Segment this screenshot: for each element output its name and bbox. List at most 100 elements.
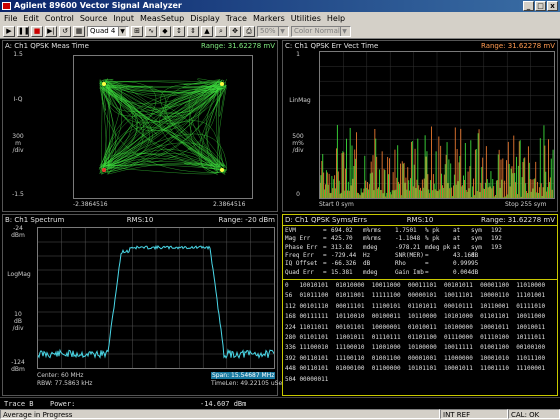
symbol-point xyxy=(220,82,224,86)
metric-cell: -66.326 xyxy=(331,260,357,268)
trace-a-x-right: 2.3864516 xyxy=(213,201,246,208)
trace-d-divider-top xyxy=(283,225,557,226)
symbol-row: 504 00000011 xyxy=(285,375,329,383)
minimize-button[interactable]: _ xyxy=(523,1,534,11)
metric-cell: dB xyxy=(471,268,479,276)
metric-cell: Quad Err xyxy=(285,268,314,276)
trace-c-y-top: 1 xyxy=(296,51,300,58)
menu-display[interactable]: Display xyxy=(190,14,220,23)
metric-cell: = xyxy=(323,251,327,259)
menu-trace[interactable]: Trace xyxy=(226,14,247,23)
close-button[interactable]: x xyxy=(547,1,558,11)
menu-markers[interactable]: Markers xyxy=(253,14,285,23)
autoscale-icon[interactable]: ⇕ xyxy=(187,25,199,37)
layout-icon[interactable]: ▦ xyxy=(73,25,85,37)
menu-control[interactable]: Control xyxy=(45,14,74,23)
menu-edit[interactable]: Edit xyxy=(23,14,39,23)
pan-icon[interactable]: ✥ xyxy=(229,25,241,37)
print-icon[interactable]: ⎙ xyxy=(243,25,255,37)
peak-icon[interactable]: ▲ xyxy=(201,25,213,37)
metric-cell: 1.7501 xyxy=(395,227,417,234)
zoom-icon[interactable]: ⌕ xyxy=(215,25,227,37)
status-bar: Average in Progress INT REF CAL: OK xyxy=(0,409,560,420)
trace-d-divider-mid xyxy=(283,279,557,280)
trace-a-y-unit: m xyxy=(15,140,21,147)
trace-a-y-div: /div xyxy=(12,147,24,154)
marker-point xyxy=(102,168,106,172)
maximize-button[interactable]: □ xyxy=(535,1,546,11)
trace-d-pane[interactable]: D: Ch1 QPSK Syms/Errs RMS:10 Range: 31.6… xyxy=(282,214,558,396)
metric-cell: = xyxy=(425,251,429,259)
metric-cell: mdeg xyxy=(363,243,378,251)
zoom-select[interactable]: 50% ▼ xyxy=(257,25,289,37)
menu-help[interactable]: Help xyxy=(327,14,345,23)
menu-input[interactable]: Input xyxy=(113,14,134,23)
trace-c-y-div: /div xyxy=(292,147,304,154)
metric-cell: mdeg xyxy=(363,268,378,276)
pause-icon[interactable]: ❚❚ xyxy=(17,25,30,37)
metric-cell: 192 xyxy=(491,227,502,234)
trace-a-plot[interactable] xyxy=(73,55,253,199)
grid-icon[interactable]: ⊞ xyxy=(131,25,143,37)
layout-select[interactable]: Quad 4 ▼ xyxy=(87,25,129,37)
trace-a-y-top: 1.5 xyxy=(13,51,23,58)
metric-cell: 425.70 xyxy=(331,235,353,243)
trace-c-y-bottom: 0 xyxy=(296,191,300,198)
restart-icon[interactable]: ↺ xyxy=(59,25,71,37)
metric-cell: Phase Err xyxy=(285,243,318,251)
stop-icon[interactable]: ■ xyxy=(31,25,43,37)
trace-b-span[interactable]: Span: 15.54687 MHz xyxy=(211,372,276,379)
single-icon[interactable]: ▶| xyxy=(45,25,57,37)
menu-utilities[interactable]: Utilities xyxy=(291,14,321,23)
trace-a-pane[interactable]: A: Ch1 QPSK Meas Time Range: 31.62278 mV… xyxy=(2,40,278,212)
trajectory-line xyxy=(100,88,138,166)
symbol-row: 392 00110101 11100110 01001100 00001001 … xyxy=(285,354,546,362)
trace-c-plot[interactable] xyxy=(319,51,555,199)
metric-cell: EVM xyxy=(285,227,296,234)
metric-cell: at xyxy=(453,227,461,234)
metric-cell: = xyxy=(323,260,327,268)
symbol-point xyxy=(220,168,224,172)
metric-cell: Freq Err xyxy=(285,251,314,259)
metric-cell: sym xyxy=(471,243,482,251)
marker-icon[interactable]: ◆ xyxy=(159,25,171,37)
menu-source[interactable]: Source xyxy=(80,14,107,23)
trace-b-y-mid: 10 xyxy=(14,311,22,318)
trace-c-pane[interactable]: C: Ch1 QPSK Err Vect Time Range: 31.6227… xyxy=(282,40,558,212)
trace-b-pane[interactable]: B: Ch1 Spectrum RMS:10 Range: -20 dBm -2… xyxy=(2,214,285,396)
trace-c-y-unit: m% xyxy=(292,140,304,147)
metric-cell: sym xyxy=(471,227,482,234)
color-scheme-select[interactable]: Color Normal ▼ xyxy=(291,25,351,37)
trace-a-x-left: -2.3864516 xyxy=(73,201,108,208)
trace-a-range: Range: 31.62278 mV xyxy=(200,42,275,50)
trace-b-y-top-unit: dBm xyxy=(11,232,25,239)
metric-cell: dB xyxy=(363,260,371,268)
metric-cell: = xyxy=(323,227,327,234)
trace-d-title: D: Ch1 QPSK Syms/Errs xyxy=(285,216,368,224)
metric-cell: SNR(MER) xyxy=(395,251,424,259)
app-icon xyxy=(2,2,11,10)
trace-a-header: A: Ch1 QPSK Meas Time Range: 31.62278 mV xyxy=(5,41,275,51)
metric-cell: 193 xyxy=(491,243,502,251)
metric-cell: Hz xyxy=(363,251,371,259)
trace-b-center: Center: 60 MHz xyxy=(37,372,84,379)
trace-b-y-div: /div xyxy=(12,325,24,332)
trace-b-range: Range: -20 dBm xyxy=(218,216,276,224)
symbol-row: 280 01101101 11001011 01110111 01101100 … xyxy=(285,334,546,341)
trace-b-y-unit: dB xyxy=(14,318,22,325)
metric-cell: % pk xyxy=(425,227,440,234)
menu-bar: File Edit Control Source Input MeasSetup… xyxy=(0,12,560,24)
menu-file[interactable]: File xyxy=(4,14,17,23)
waveform-icon[interactable]: ∿ xyxy=(145,25,157,37)
metric-cell: at xyxy=(453,243,461,251)
play-icon[interactable]: ▶ xyxy=(3,25,15,37)
trace-b-timelen: TimeLen: 49.22105 uSec xyxy=(211,380,286,387)
constellation-plot xyxy=(98,78,228,176)
layout-value: Quad 4 xyxy=(90,26,116,35)
scale-icon[interactable]: ↕ xyxy=(173,25,185,37)
trace-c-range: Range: 31.62278 mV xyxy=(480,42,555,50)
menu-meassetup[interactable]: MeasSetup xyxy=(140,14,184,23)
metric-cell: = xyxy=(425,268,429,276)
symbol-row: 56 01011100 01011001 11111100 00000101 1… xyxy=(285,292,546,300)
trace-b-plot[interactable] xyxy=(37,227,275,369)
